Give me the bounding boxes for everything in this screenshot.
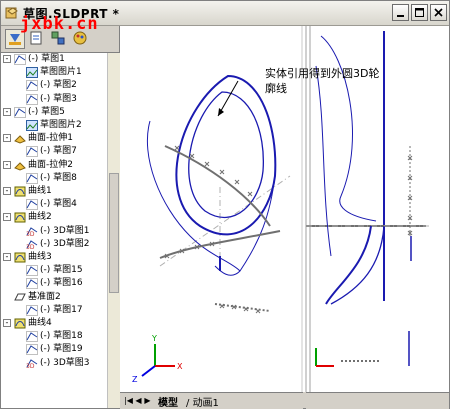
tree-item-label: 曲线1	[28, 186, 52, 196]
next-tab-button[interactable]: ▶	[143, 395, 152, 406]
feature-tree: - (-) 草图1 草图图片1 (-) 草图2 (-) 草图3 - (-) 草图5 草图图片2…	[1, 53, 107, 408]
close-button[interactable]	[430, 4, 447, 21]
sketch-icon	[26, 305, 38, 316]
expand-toggle-icon[interactable]: -	[3, 213, 11, 222]
inner-profile-curve	[188, 91, 265, 218]
main-window: 草图.SLDPRT * -(-) 草图1草图图片1(-) 草图2(-)	[0, 0, 450, 409]
tree-item-label: (-) 草图19	[40, 344, 83, 355]
maximize-icon	[415, 8, 424, 17]
sketch-3d-icon: 3D	[26, 226, 38, 238]
tree-item-label: (-) 3D草图2	[40, 238, 90, 249]
annotation-text: 实体引用得到外圆3D轮 廓线	[265, 66, 379, 96]
svg-text:3D: 3D	[26, 244, 35, 250]
tab-animation[interactable]: / 动画1	[186, 394, 219, 409]
view-tabs-bar: |◀ ◀ ▶ 模型 / 动画1	[120, 392, 303, 409]
svg-text:3D: 3D	[26, 363, 35, 369]
tree-item-label: (-) 草图2	[40, 80, 77, 91]
tree-item-label: 曲线3	[28, 252, 52, 262]
axis-z-label: Z	[132, 375, 138, 384]
arrow-head-icon	[218, 108, 224, 116]
plane-icon	[14, 292, 26, 303]
tree-item-label: (-) 草图8	[40, 172, 77, 183]
annotation-line-1: 实体引用得到外圆3D轮	[265, 67, 380, 80]
tree-item-label: (-) 3D草图1	[40, 225, 90, 236]
sketch-icon	[14, 54, 26, 65]
sketch-icon	[14, 107, 26, 118]
surface-extrude-icon	[14, 133, 26, 144]
tree-item-label: 曲面-拉伸1	[28, 133, 73, 144]
tree-item-label: (-) 草图7	[40, 146, 77, 157]
tree-item-label: 曲线2	[28, 212, 52, 223]
feature-manager-panel: - (-) 草图1 草图图片1 (-) 草图2 (-) 草图3 - (-) 草图5 草图图片2…	[1, 26, 120, 408]
maximize-button[interactable]	[411, 4, 428, 21]
minimize-button[interactable]	[392, 4, 409, 21]
expand-toggle-icon[interactable]: -	[3, 107, 11, 116]
tree-item-label: (-) 草图18	[40, 331, 83, 342]
expand-toggle-icon[interactable]: -	[3, 55, 11, 63]
sketch-icon	[26, 344, 38, 356]
part-document-icon	[5, 7, 18, 19]
close-icon	[434, 8, 443, 17]
sketch-icon	[26, 173, 38, 184]
expand-toggle-icon[interactable]: -	[3, 253, 11, 261]
tree-item-label: 曲线4	[28, 318, 52, 328]
sketch-icon	[26, 199, 38, 210]
surface-extrude-icon	[14, 160, 26, 171]
svg-text:3D: 3D	[26, 231, 35, 237]
sketch-3d-icon: 3D	[26, 239, 38, 251]
tree-item-label: (-) 草图17	[40, 304, 83, 315]
tree-item-label: (-) 草图5	[28, 106, 65, 117]
right-viewport-statusbar	[306, 392, 449, 409]
triad-left: Y X Z	[132, 334, 183, 384]
tree-item-label: (-) 草图1	[28, 54, 65, 64]
tree-item-label: 草图图片2	[40, 120, 82, 130]
annotation-line-2: 廓线	[265, 82, 287, 95]
curve-icon	[14, 318, 26, 329]
tree-item-label: (-) 草图4	[40, 199, 77, 210]
expand-toggle-icon[interactable]: -	[3, 187, 11, 195]
axis-x-label: X	[177, 362, 183, 371]
tab-animation-label: 动画1	[192, 398, 219, 409]
curve-icon	[14, 186, 26, 197]
prev-tab-button[interactable]: ◀	[134, 395, 143, 406]
tree-scrollbar[interactable]	[107, 53, 120, 408]
sketch-gray-1	[164, 145, 271, 227]
first-tab-button[interactable]: |◀	[124, 395, 133, 406]
tree-item-label: (-) 草图15	[40, 265, 83, 276]
graphics-viewport[interactable]: Y X Z 实体引用得到外圆3D轮 廓线	[120, 26, 449, 392]
sketch-icon	[26, 146, 38, 158]
expand-toggle-icon[interactable]: -	[3, 160, 11, 169]
sketch-icon	[26, 265, 38, 276]
sketch-icon	[26, 331, 38, 342]
sketch-3d-icon: 3D	[26, 358, 38, 370]
watermark-text: jxbk.cn	[20, 14, 99, 34]
tree-item-label: 曲面-拉伸2	[28, 159, 73, 170]
tab-model[interactable]: 模型	[158, 394, 178, 409]
sketch-picture-icon	[26, 120, 38, 131]
tree-item-label: 基准面2	[28, 291, 61, 302]
tree-item-label: (-) 草图3	[40, 93, 77, 104]
sketch-icon	[26, 93, 38, 105]
axis-y-label: Y	[151, 334, 157, 343]
scrollbar-thumb[interactable]	[109, 173, 119, 293]
tree-item-label: (-) 3D草图3	[40, 357, 90, 368]
curve-icon	[14, 252, 26, 263]
sketch-icon	[26, 80, 38, 92]
expand-toggle-icon[interactable]: -	[3, 319, 11, 327]
minimize-icon	[397, 15, 404, 17]
curve-icon	[14, 212, 26, 223]
tree-item-label: 草图图片1	[40, 67, 82, 78]
sketch-icon	[26, 278, 38, 290]
expand-toggle-icon[interactable]: -	[3, 134, 11, 143]
tree-item-label: (-) 草图16	[40, 278, 83, 289]
sketch-picture-icon	[26, 67, 38, 79]
